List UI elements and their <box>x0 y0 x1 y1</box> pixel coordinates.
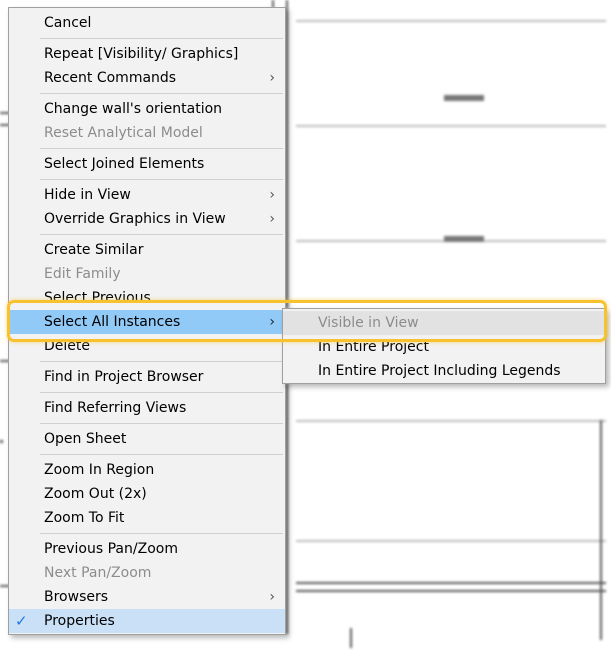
menu-item-edit-family: Edit Family <box>44 266 121 282</box>
menu-item-zoom-out[interactable]: Zoom Out (2x) <box>9 482 285 506</box>
menu-separator <box>40 234 283 235</box>
menu-separator <box>40 93 283 94</box>
menu-separator <box>40 38 283 39</box>
menu-item-zoom-in-region[interactable]: Zoom In Region <box>9 458 285 482</box>
context-menu: Cancel Repeat [Visibility/ Graphics] Rec… <box>8 7 286 635</box>
chevron-right-icon: › <box>269 314 275 330</box>
menu-item-select-previous[interactable]: Select Previous <box>9 286 285 310</box>
chevron-right-icon: › <box>269 589 275 605</box>
chevron-right-icon: › <box>269 211 275 227</box>
menu-item-select-all-instances[interactable]: Select All Instances › <box>9 310 285 334</box>
menu-item-browsers[interactable]: Browsers › <box>9 585 285 609</box>
menu-item-repeat[interactable]: Repeat [Visibility/ Graphics] <box>9 42 285 66</box>
menu-separator <box>40 423 283 424</box>
menu-item-override-graphics[interactable]: Override Graphics in View › <box>9 207 285 231</box>
checkmark-icon: ✓ <box>15 612 28 630</box>
menu-separator <box>40 454 283 455</box>
menu-item-open-sheet[interactable]: Open Sheet <box>9 427 285 451</box>
menu-item-cancel[interactable]: Cancel <box>9 11 285 35</box>
submenu-item-in-entire-project[interactable]: In Entire Project <box>283 335 605 359</box>
menu-item-next-pan-zoom: Next Pan/Zoom <box>44 565 152 581</box>
menu-item-change-wall-orientation[interactable]: Change wall's orientation <box>9 97 285 121</box>
submenu-item-in-entire-project-including-legends[interactable]: In Entire Project Including Legends <box>283 359 605 383</box>
chevron-right-icon: › <box>269 187 275 203</box>
submenu-item-visible-in-view: Visible in View <box>283 311 605 335</box>
menu-item-find-in-project-browser[interactable]: Find in Project Browser <box>9 365 285 389</box>
menu-separator <box>40 392 283 393</box>
menu-item-find-referring-views[interactable]: Find Referring Views <box>9 396 285 420</box>
menu-item-select-joined-elements[interactable]: Select Joined Elements <box>9 152 285 176</box>
menu-separator <box>40 179 283 180</box>
menu-item-zoom-to-fit[interactable]: Zoom To Fit <box>9 506 285 530</box>
menu-item-reset-analytical-model: Reset Analytical Model <box>44 125 203 141</box>
menu-separator <box>40 148 283 149</box>
chevron-right-icon: › <box>269 70 275 86</box>
menu-item-delete[interactable]: Delete <box>9 334 285 358</box>
menu-item-create-similar[interactable]: Create Similar <box>9 238 285 262</box>
menu-item-previous-pan-zoom[interactable]: Previous Pan/Zoom <box>9 537 285 561</box>
menu-item-properties[interactable]: ✓ Properties <box>9 609 285 633</box>
menu-separator <box>40 533 283 534</box>
menu-item-hide-in-view[interactable]: Hide in View › <box>9 183 285 207</box>
menu-item-recent-commands[interactable]: Recent Commands › <box>9 66 285 90</box>
select-all-instances-submenu: Visible in View In Entire Project In Ent… <box>282 308 606 384</box>
menu-separator <box>40 361 283 362</box>
